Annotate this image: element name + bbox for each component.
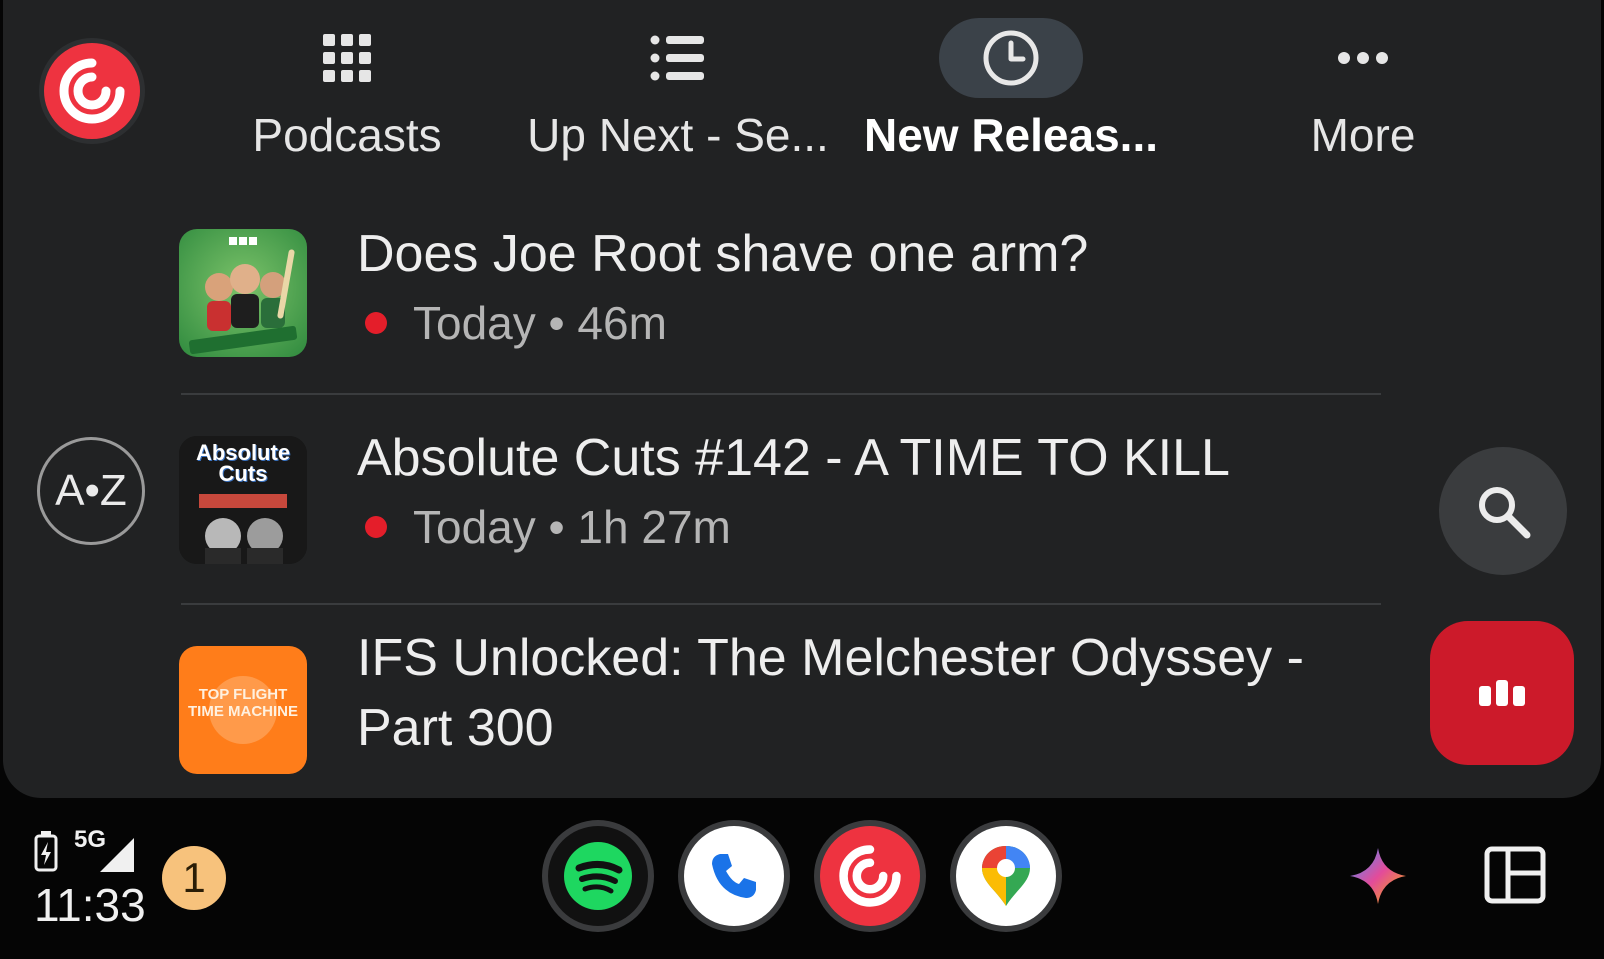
tab-new-releases[interactable]: New Releas... xyxy=(861,0,1161,190)
spotify-icon xyxy=(564,842,632,910)
unplayed-dot xyxy=(365,516,387,538)
tab-more-label: More xyxy=(1310,109,1416,161)
absolute-cuts-art-text: Absolute Cuts xyxy=(195,440,291,486)
episode-meta: Today • 46m xyxy=(365,296,667,350)
clock-time: 11:33 xyxy=(34,879,146,931)
phone-icon xyxy=(712,854,756,898)
top-flight-time-machine-artwork: TOP FLIGHT TIME MACHINE xyxy=(179,646,307,774)
maps-pin-icon xyxy=(982,846,1030,906)
more-dots-icon xyxy=(1291,18,1435,98)
grid-icon xyxy=(275,18,419,98)
now-playing-button[interactable] xyxy=(1430,621,1574,765)
pocketcasts-icon xyxy=(839,845,901,907)
status-indicators: 5G xyxy=(30,826,150,879)
episode-row[interactable]: Absolute Cuts Absolute Cuts #142 - A TIM… xyxy=(179,428,1379,578)
notification-badge[interactable]: 1 xyxy=(162,846,226,910)
gemini-sparkle-icon xyxy=(1350,848,1406,904)
search-button[interactable] xyxy=(1439,447,1567,575)
battery-charging-icon xyxy=(34,831,58,872)
spotify-app[interactable] xyxy=(542,820,654,932)
tab-up-next-label: Up Next - Se... xyxy=(527,109,829,161)
episode-meta: Today • 1h 27m xyxy=(365,500,731,554)
episode-title-line2: Part 300 xyxy=(357,699,554,757)
gemini-assistant-button[interactable] xyxy=(1348,846,1408,911)
unplayed-dot xyxy=(365,312,387,334)
pocketcasts-app[interactable] xyxy=(814,820,926,932)
dashboard-layout-icon xyxy=(1484,846,1546,904)
tab-up-next[interactable]: Up Next - Se... xyxy=(523,0,833,190)
clock-icon xyxy=(939,18,1083,98)
network-type: 5G xyxy=(74,826,107,853)
top-flight-art-text: TOP FLIGHT TIME MACHINE xyxy=(188,686,298,720)
divider xyxy=(181,393,1381,395)
az-scroll-button[interactable]: A•Z xyxy=(37,437,145,545)
list-icon xyxy=(606,18,750,98)
episode-row[interactable]: TOP FLIGHT TIME MACHINE IFS Unlocked: Th… xyxy=(179,629,1379,798)
divider xyxy=(181,603,1381,605)
absolute-cuts-artwork: Absolute Cuts xyxy=(179,436,307,564)
tab-more[interactable]: More xyxy=(1293,0,1433,190)
tab-podcasts-label: Podcasts xyxy=(252,109,442,161)
episode-row[interactable]: Does Joe Root shave one arm? Today • 46m xyxy=(179,220,1379,370)
tab-new-releases-label: New Releas... xyxy=(863,109,1159,161)
episode-date-duration: Today • 46m xyxy=(413,297,667,349)
episode-date-duration: Today • 1h 27m xyxy=(413,501,731,553)
tab-podcasts[interactable]: Podcasts xyxy=(247,0,447,190)
episode-title: Does Joe Root shave one arm? xyxy=(357,225,1089,283)
app-window: Podcasts Up Next - Se... New Releas... M… xyxy=(3,0,1601,798)
search-icon xyxy=(1479,487,1531,539)
pocketcasts-logo-icon[interactable] xyxy=(39,38,145,144)
now-playing-icon xyxy=(1479,680,1525,706)
episode-title: Absolute Cuts #142 - A TIME TO KILL xyxy=(357,429,1230,487)
maps-app[interactable] xyxy=(950,820,1062,932)
layout-switch-button[interactable] xyxy=(1484,846,1546,909)
phone-app[interactable] xyxy=(678,820,790,932)
tailenders-artwork xyxy=(179,229,307,357)
episode-title-line1: IFS Unlocked: The Melchester Odyssey - xyxy=(357,629,1304,687)
